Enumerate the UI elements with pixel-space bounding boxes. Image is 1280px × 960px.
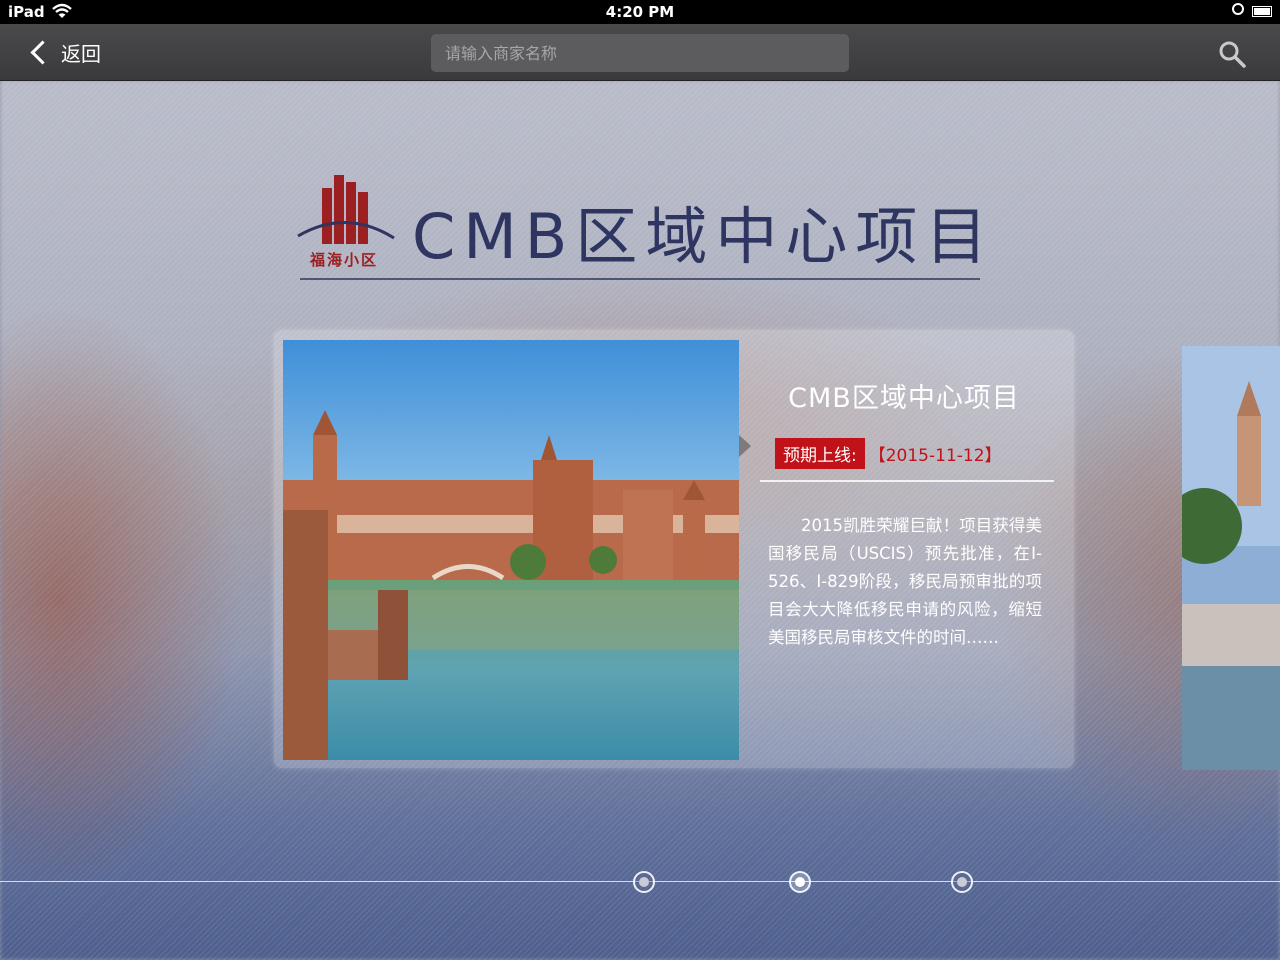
page-title: CMB区域中心项目 bbox=[412, 200, 996, 273]
project-card[interactable]: CMB区域中心项目 预期上线: 【2015-11-12】 2015凯胜荣耀巨献！… bbox=[274, 330, 1074, 768]
clock: 4:20 PM bbox=[605, 3, 675, 21]
rotation-lock-icon bbox=[1232, 3, 1244, 15]
card-title: CMB区域中心项目 bbox=[788, 383, 1020, 414]
search-input[interactable] bbox=[431, 34, 849, 72]
project-photo bbox=[283, 340, 739, 760]
launch-date: 【2015-11-12】 bbox=[868, 446, 1002, 466]
nav-bar: 返回 bbox=[0, 24, 1280, 81]
photo-pointer bbox=[739, 435, 751, 457]
pager-dot-2[interactable] bbox=[789, 871, 811, 893]
pager-dot-3[interactable] bbox=[951, 871, 973, 893]
svg-text:福海小区: 福海小区 bbox=[309, 251, 378, 269]
card-description: 2015凯胜荣耀巨献！项目获得美国移民局（USCIS）预先批准，在I-526、I… bbox=[768, 516, 1042, 647]
next-card-preview[interactable] bbox=[1182, 346, 1280, 770]
status-bar: iPad 4:20 PM bbox=[0, 0, 1280, 24]
title-divider bbox=[300, 278, 980, 280]
back-label: 返回 bbox=[61, 41, 101, 66]
search-icon[interactable] bbox=[1218, 40, 1246, 68]
launch-badge: 预期上线: bbox=[775, 438, 865, 469]
back-button[interactable]: 返回 bbox=[28, 37, 101, 67]
launch-info: 预期上线: 【2015-11-12】 bbox=[775, 438, 1002, 469]
fuhai-logo: 福海小区 bbox=[297, 175, 395, 269]
card-divider bbox=[760, 480, 1054, 482]
chevron-left-icon bbox=[30, 39, 55, 65]
pager-dot-1[interactable] bbox=[633, 871, 655, 893]
battery-icon bbox=[1252, 6, 1272, 17]
